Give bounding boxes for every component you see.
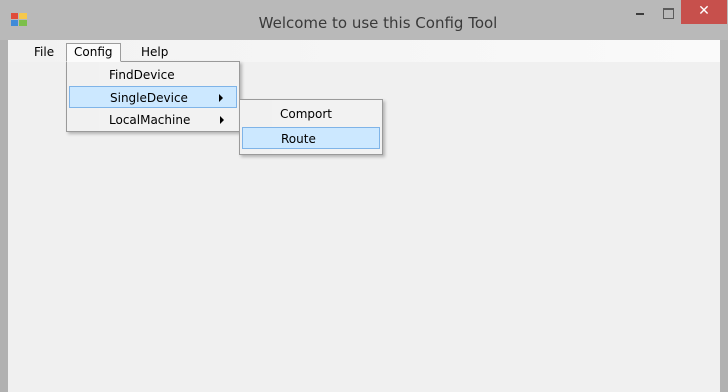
menu-item-comport[interactable]: Comport <box>242 103 380 125</box>
submenu-arrow-icon <box>220 116 224 124</box>
maximize-button[interactable] <box>654 0 681 24</box>
title-bar[interactable]: Welcome to use this Config Tool ✕ <box>0 0 728 40</box>
menu-item-label: Route <box>281 132 316 146</box>
close-icon: ✕ <box>698 3 710 19</box>
singledevice-submenu: Comport Route <box>239 99 383 155</box>
menu-item-label: FindDevice <box>109 68 175 82</box>
menu-item-singledevice[interactable]: SingleDevice <box>69 86 237 108</box>
submenu-arrow-icon <box>219 94 223 102</box>
window-title: Welcome to use this Config Tool <box>258 14 498 32</box>
menu-item-label: Comport <box>280 107 333 121</box>
app-window: Welcome to use this Config Tool ✕ File C… <box>0 0 728 392</box>
menu-item-label: SingleDevice <box>110 91 188 105</box>
menu-bar: File Config Help <box>8 40 720 62</box>
menu-item-localmachine[interactable]: LocalMachine <box>69 109 237 131</box>
menu-item-route[interactable]: Route <box>242 127 380 149</box>
config-dropdown: FindDevice SingleDevice LocalMachine <box>66 61 240 132</box>
menu-help[interactable]: Help <box>133 43 176 62</box>
close-button[interactable]: ✕ <box>681 0 727 24</box>
minimize-button[interactable] <box>626 0 654 24</box>
menu-item-label: LocalMachine <box>109 113 191 127</box>
menu-file[interactable]: File <box>26 43 62 62</box>
client-area: File Config Help FindDevice SingleDevice… <box>8 40 720 392</box>
menu-config[interactable]: Config <box>66 43 121 62</box>
menu-item-finddevice[interactable]: FindDevice <box>69 64 237 86</box>
